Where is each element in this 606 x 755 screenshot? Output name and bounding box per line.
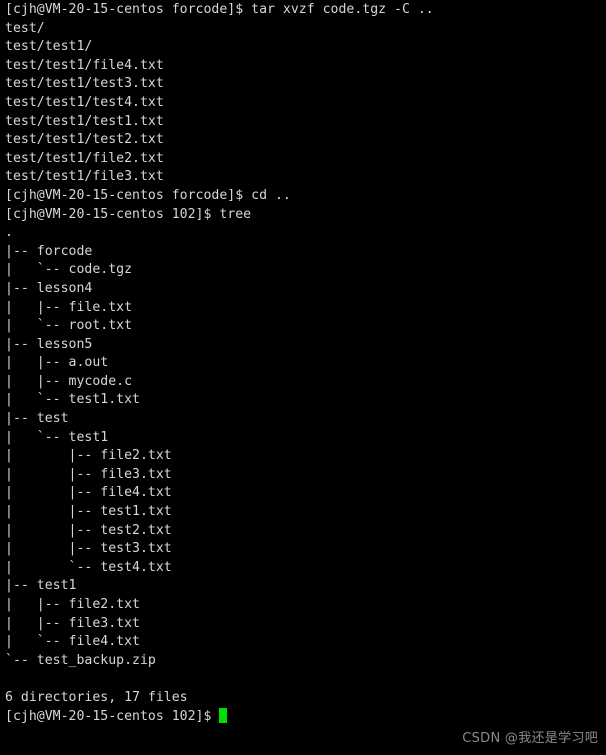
terminal-line: [cjh@VM-20-15-centos forcode]$ tar xvzf …: [5, 2, 434, 17]
terminal-line: test/test1/test4.txt: [5, 94, 164, 110]
terminal-line: test/test1/test1.txt: [5, 113, 164, 129]
terminal-line: |-- lesson5: [5, 336, 93, 352]
shell-prompt: [cjh@VM-20-15-centos 102]$: [5, 708, 220, 724]
text-cursor: [219, 707, 228, 723]
terminal-prompt-line[interactable]: [cjh@VM-20-15-centos 102]$: [5, 707, 606, 727]
terminal-line: | |-- test2.txt: [5, 522, 172, 538]
terminal-line: |-- test: [5, 411, 69, 427]
terminal-line: test/: [5, 20, 45, 36]
terminal-line: | |-- a.out: [5, 355, 109, 371]
terminal-line: | |-- file3.txt: [5, 466, 172, 482]
terminal-line: test/test1/test3.txt: [5, 76, 164, 92]
terminal-line: |-- lesson4: [5, 280, 93, 296]
terminal-line: [cjh@VM-20-15-centos 102]$ tree: [5, 206, 252, 222]
terminal-line: .: [5, 225, 13, 241]
terminal-line: test/test1/test2.txt: [5, 132, 164, 148]
terminal-line: test/test1/file2.txt: [5, 150, 164, 166]
csdn-watermark: CSDN @我还是学习吧: [462, 731, 598, 747]
terminal-line: `-- test_backup.zip: [5, 652, 156, 668]
terminal-line: | |-- file2.txt: [5, 448, 172, 464]
terminal-line: test/test1/file4.txt: [5, 57, 164, 73]
terminal-line: | |-- file3.txt: [5, 615, 140, 631]
terminal-output-area: [cjh@VM-20-15-centos forcode]$ tar xvzf …: [5, 1, 606, 726]
terminal-line: | |-- file2.txt: [5, 597, 140, 612]
terminal-line: | `-- code.tgz: [5, 262, 133, 278]
terminal-line: test/test1/file3.txt: [5, 169, 164, 185]
terminal-line: |-- forcode: [5, 243, 93, 259]
terminal-line: | `-- test1: [5, 429, 109, 445]
terminal-line: [cjh@VM-20-15-centos forcode]$ cd ..: [5, 187, 291, 203]
terminal-line: 6 directories, 17 files: [5, 689, 188, 705]
terminal-line: | `-- test1.txt: [5, 392, 140, 408]
terminal-line: | `-- file4.txt: [5, 634, 140, 650]
terminal-line: | |-- file4.txt: [5, 485, 172, 501]
terminal-line: | |-- mycode.c: [5, 373, 133, 389]
terminal-window[interactable]: [cjh@VM-20-15-centos forcode]$ tar xvzf …: [0, 0, 606, 755]
terminal-line: test/test1/: [5, 39, 93, 55]
terminal-line: | |-- test3.txt: [5, 541, 172, 557]
terminal-line: | `-- test4.txt: [5, 559, 172, 575]
terminal-line: | |-- file.txt: [5, 299, 133, 315]
terminal-line: | |-- test1.txt: [5, 504, 172, 520]
terminal-line: |-- test1: [5, 578, 77, 594]
terminal-line: | `-- root.txt: [5, 318, 133, 334]
